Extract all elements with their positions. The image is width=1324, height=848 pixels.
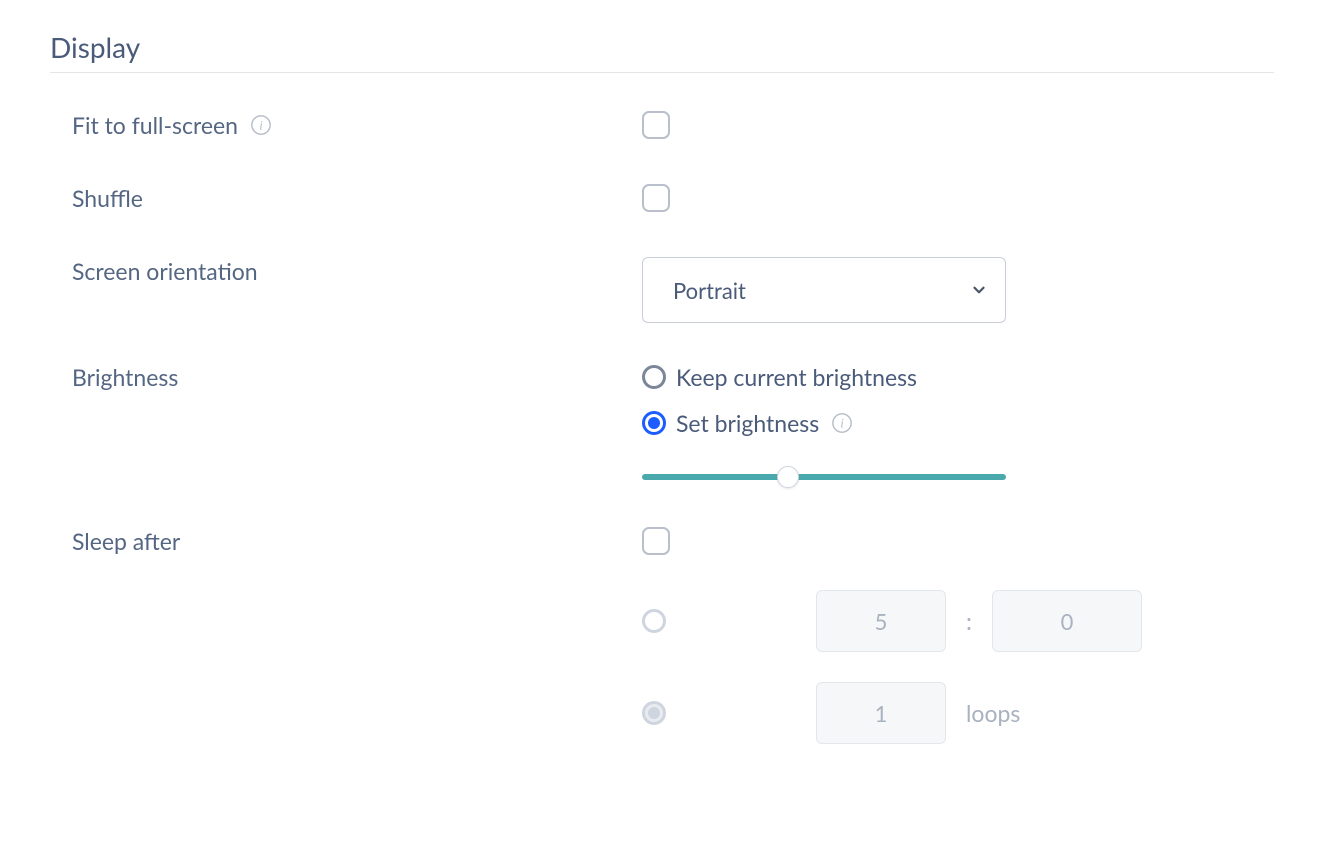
sleep-time-radio xyxy=(642,609,666,633)
sleep-loops-label: loops xyxy=(966,699,1020,727)
fit-fullscreen-label: Fit to full-screen xyxy=(72,111,238,139)
svg-text:i: i xyxy=(259,119,263,133)
sleep-loops-input xyxy=(816,682,946,744)
shuffle-checkbox[interactable] xyxy=(642,184,670,212)
section-title: Display xyxy=(50,30,1274,64)
orientation-label: Screen orientation xyxy=(72,257,258,285)
row-sleep-after: Sleep after : loops xyxy=(50,527,1274,744)
row-brightness: Brightness Keep current brightness Set b… xyxy=(50,363,1274,487)
sleep-loops-radio xyxy=(642,701,666,725)
sleep-enable-checkbox[interactable] xyxy=(642,527,670,555)
section-divider xyxy=(50,72,1274,73)
info-icon[interactable]: i xyxy=(250,114,272,136)
row-orientation: Screen orientation Portrait xyxy=(50,257,1274,323)
sleep-seconds-input xyxy=(992,590,1142,652)
fit-fullscreen-checkbox[interactable] xyxy=(642,111,670,139)
sleep-minutes-input xyxy=(816,590,946,652)
row-shuffle: Shuffle xyxy=(50,184,1274,217)
brightness-keep-radio[interactable] xyxy=(642,365,666,389)
time-colon: : xyxy=(966,607,972,636)
info-icon[interactable]: i xyxy=(831,412,853,434)
brightness-label: Brightness xyxy=(72,363,178,391)
brightness-keep-label: Keep current brightness xyxy=(676,363,917,391)
svg-text:i: i xyxy=(840,417,844,431)
shuffle-label: Shuffle xyxy=(72,184,143,212)
slider-track xyxy=(642,474,1006,480)
orientation-select[interactable]: Portrait xyxy=(642,257,1006,323)
row-fit-fullscreen: Fit to full-screen i xyxy=(50,111,1274,144)
brightness-slider[interactable] xyxy=(642,467,1006,487)
brightness-set-label: Set brightness xyxy=(676,409,819,437)
slider-thumb[interactable] xyxy=(777,466,799,488)
sleep-after-label: Sleep after xyxy=(72,527,180,555)
brightness-set-radio[interactable] xyxy=(642,411,666,435)
